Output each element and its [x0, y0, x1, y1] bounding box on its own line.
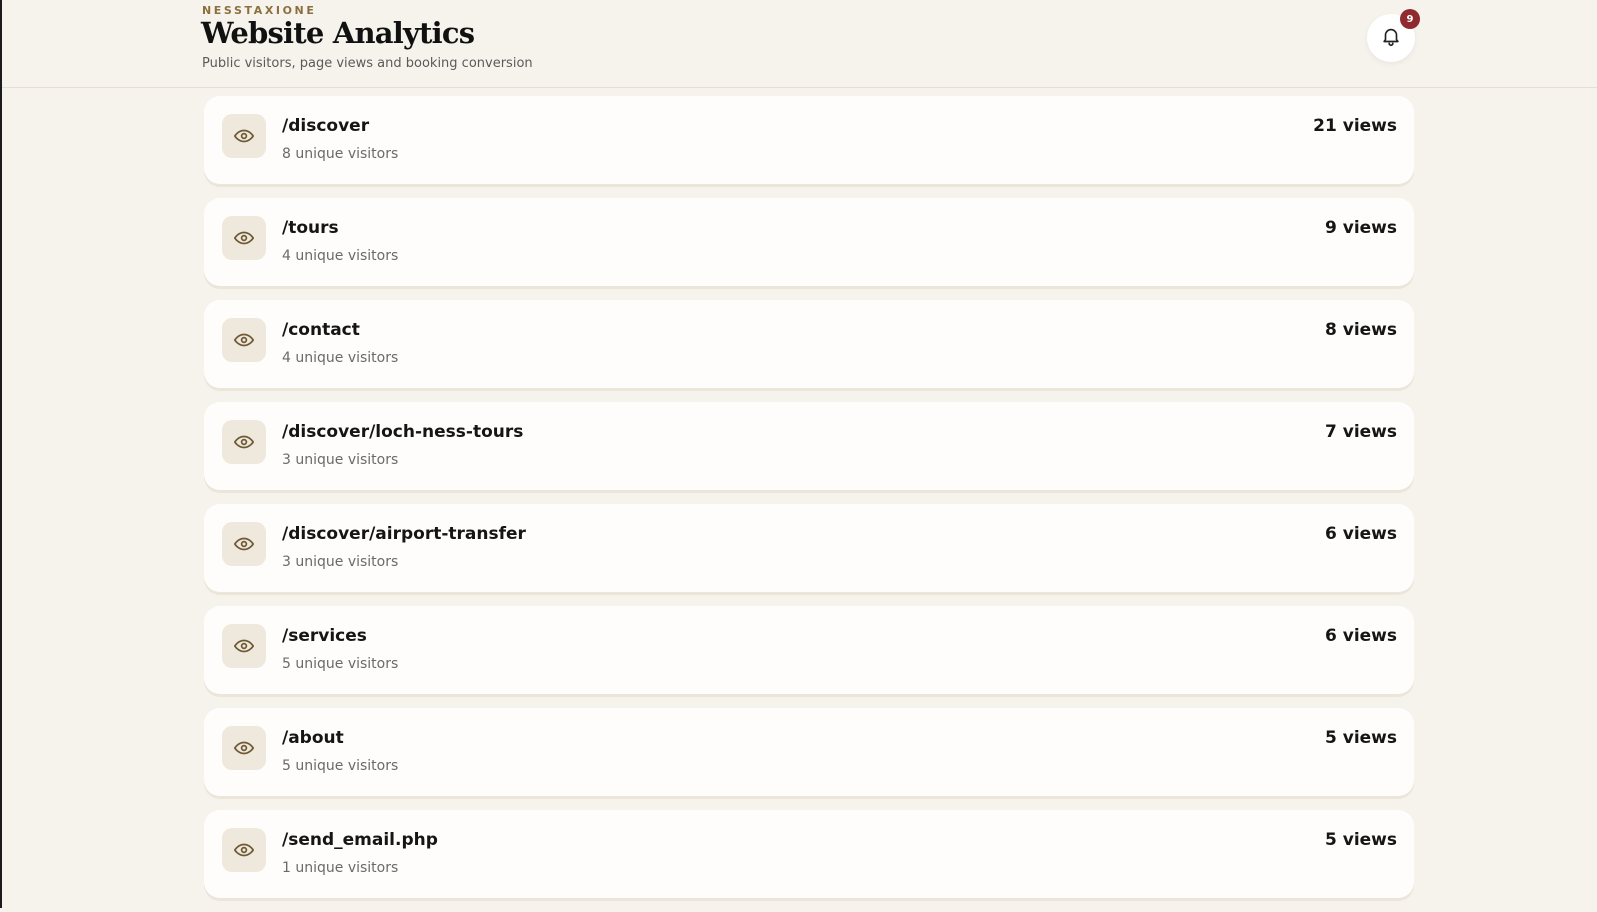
page-row[interactable]: /discover 8 unique visitors 21 views: [204, 96, 1414, 184]
unique-visitors-count: 5 unique visitors: [282, 656, 399, 672]
unique-visitors-count: 3 unique visitors: [282, 452, 399, 468]
page-views-count: 8 views: [1324, 320, 1397, 340]
page-path: /discover/airport-transfer: [282, 524, 526, 544]
eye-icon: [222, 522, 266, 566]
page-header: NESSTAXIONE Website Analytics Public vis…: [2, 0, 1597, 88]
unique-visitors-count: 1 unique visitors: [282, 860, 399, 876]
page-row[interactable]: /discover/loch-ness-tours 3 unique visit…: [204, 402, 1414, 490]
page-path: /about: [282, 728, 344, 748]
page-views-count: 21 views: [1313, 116, 1397, 136]
page-path: /discover/loch-ness-tours: [282, 422, 524, 442]
eye-icon: [222, 624, 266, 668]
page-subtitle: Public visitors, page views and booking …: [202, 56, 533, 71]
unique-visitors-count: 4 unique visitors: [282, 350, 399, 366]
page-views-list: /discover 8 unique visitors 21 views /to…: [204, 96, 1414, 912]
eye-icon: [222, 216, 266, 260]
unique-visitors-count: 3 unique visitors: [282, 554, 399, 570]
page-path: /contact: [282, 320, 360, 340]
eye-icon: [222, 318, 266, 362]
page-views-count: 5 views: [1324, 830, 1397, 850]
page-path: /discover: [282, 116, 370, 136]
unique-visitors-count: 5 unique visitors: [282, 758, 399, 774]
eye-icon: [222, 114, 266, 158]
eye-icon: [222, 828, 266, 872]
page-views-count: 7 views: [1324, 422, 1397, 442]
page-row[interactable]: /contact 4 unique visitors 8 views: [204, 300, 1414, 388]
page-row[interactable]: /discover/airport-transfer 3 unique visi…: [204, 504, 1414, 592]
eye-icon: [222, 726, 266, 770]
notification-count-badge: 9: [1400, 9, 1420, 29]
app-frame: NESSTAXIONE Website Analytics Public vis…: [0, 0, 1597, 908]
page-title: Website Analytics: [201, 16, 475, 50]
page-views-count: 5 views: [1324, 728, 1397, 748]
page-path: /services: [282, 626, 367, 646]
page-row[interactable]: /send_email.php 1 unique visitors 5 view…: [204, 810, 1414, 898]
page-row[interactable]: /services 5 unique visitors 6 views: [204, 606, 1414, 694]
page-views-count: 6 views: [1324, 626, 1397, 646]
eye-icon: [222, 420, 266, 464]
page-row[interactable]: /about 5 unique visitors 5 views: [204, 708, 1414, 796]
bell-icon: [1380, 25, 1402, 51]
page-views-count: 6 views: [1324, 524, 1397, 544]
page-row[interactable]: /tours 4 unique visitors 9 views: [204, 198, 1414, 286]
unique-visitors-count: 4 unique visitors: [282, 248, 399, 264]
page-path: /send_email.php: [282, 830, 438, 850]
page-path: /tours: [282, 218, 339, 238]
unique-visitors-count: 8 unique visitors: [282, 146, 399, 162]
page-views-count: 9 views: [1324, 218, 1397, 238]
